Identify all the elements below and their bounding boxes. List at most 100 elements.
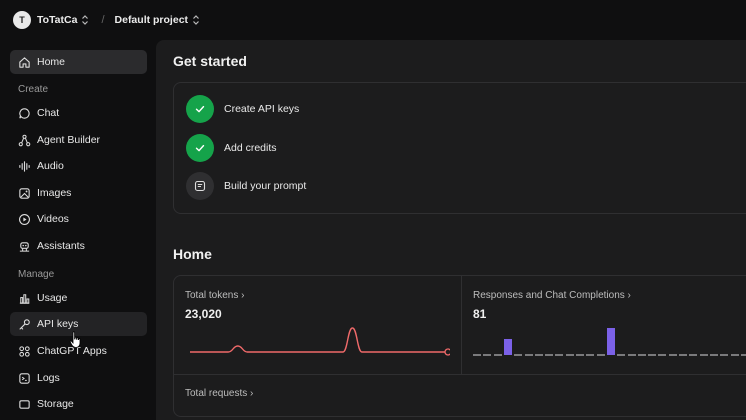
responses-empty-marker (565, 354, 574, 356)
sidebar-item-logs[interactable]: Logs (10, 366, 147, 390)
responses-link[interactable]: Responses and Chat Completions › (473, 290, 631, 301)
sidebar-item-label: Videos (37, 213, 69, 225)
home-title: Home (173, 246, 212, 262)
responses-empty-marker (473, 354, 481, 356)
play-circle-icon (17, 212, 31, 226)
responses-empty-marker (668, 354, 677, 356)
responses-empty-marker (709, 354, 718, 356)
audio-wave-icon (17, 159, 31, 173)
chevron-right-icon: › (627, 290, 631, 301)
responses-empty-marker (524, 354, 533, 356)
sidebar-item-chat[interactable]: Chat (10, 101, 147, 125)
chevron-right-icon: › (250, 388, 254, 399)
project-switcher[interactable]: Default project (115, 14, 201, 26)
section-label-manage: Manage (18, 269, 55, 280)
responses-empty-marker (576, 354, 584, 356)
breadcrumb-separator: / (101, 14, 105, 26)
step-label: Add credits (224, 142, 277, 154)
sidebar-item-usage[interactable]: Usage (10, 286, 147, 310)
total-tokens-link[interactable]: Total tokens › (185, 290, 245, 301)
responses-empty-marker (699, 354, 708, 356)
responses-empty-marker (617, 354, 626, 356)
check-icon (186, 95, 214, 123)
key-icon (17, 317, 31, 331)
responses-empty-marker (627, 354, 636, 356)
responses-empty-marker (514, 354, 523, 356)
responses-empty-marker (596, 354, 605, 356)
sidebar-item-images[interactable]: Images (10, 181, 147, 205)
responses-empty-marker (493, 354, 502, 356)
total-tokens-value: 23,020 (185, 307, 222, 321)
step-label: Create API keys (224, 103, 300, 115)
total-requests-link[interactable]: Total requests › (185, 388, 253, 399)
responses-empty-marker (648, 354, 657, 356)
responses-value: 81 (473, 307, 487, 321)
robot-icon (17, 239, 31, 253)
responses-empty-marker (637, 354, 646, 356)
responses-empty-marker (679, 354, 687, 356)
divider (461, 276, 462, 374)
bar-chart-icon (17, 291, 31, 305)
responses-empty-marker (730, 354, 739, 356)
total-requests-title: Total requests (185, 388, 248, 399)
chevron-updown-icon (192, 14, 200, 26)
sidebar-item-agent-builder[interactable]: Agent Builder (10, 128, 147, 152)
home-icon (17, 55, 31, 69)
sidebar-item-videos[interactable]: Videos (10, 207, 147, 231)
storage-icon (17, 397, 31, 411)
total-tokens-chart (190, 327, 450, 356)
step-build-your-prompt[interactable]: Build your prompt (186, 172, 306, 200)
sidebar-item-label: Usage (37, 292, 68, 304)
sidebar-item-audio[interactable]: Audio (10, 154, 147, 178)
responses-empty-marker (545, 354, 554, 356)
mouse-cursor-icon (69, 331, 83, 349)
step-add-credits[interactable]: Add credits (186, 134, 277, 162)
org-avatar: T (13, 11, 31, 29)
responses-empty-marker (555, 354, 564, 356)
sidebar-item-label: Logs (37, 372, 60, 384)
org-name: ToTatCa (37, 14, 78, 26)
responses-chart (473, 321, 746, 357)
tokens-last-point (444, 348, 450, 356)
step-label: Build your prompt (224, 180, 307, 192)
sidebar-item-storage[interactable]: Storage (10, 392, 147, 416)
apps-grid-icon (17, 344, 31, 358)
chevron-updown-icon (81, 14, 89, 26)
org-switcher[interactable]: T ToTatCa (13, 11, 89, 29)
agent-nodes-icon (17, 133, 31, 147)
stats-card: Total tokens › 23,020 Responses and Chat… (173, 275, 746, 417)
sidebar-item-label: Storage (37, 398, 74, 410)
top-bar: T ToTatCa / Default project (0, 0, 746, 40)
chevron-right-icon: › (241, 290, 245, 301)
divider (174, 374, 746, 375)
sidebar-item-label: Assistants (37, 240, 85, 252)
responses-empty-marker (720, 354, 729, 356)
responses-empty-marker (534, 354, 543, 356)
sidebar-item-assistants[interactable]: Assistants (10, 234, 147, 258)
sidebar-item-label: Home (37, 56, 66, 68)
sidebar-item-home[interactable]: Home (10, 50, 147, 74)
responses-empty-marker (740, 354, 746, 356)
responses-empty-marker (586, 354, 595, 356)
get-started-card: Create API keys Add credits Build your p… (173, 82, 746, 214)
responses-empty-marker (658, 354, 667, 356)
step-create-api-keys[interactable]: Create API keys (186, 95, 299, 123)
chat-bubble-icon (17, 106, 31, 120)
responses-empty-marker (689, 354, 698, 356)
responses-empty-marker (483, 354, 492, 356)
tokens-line-series (190, 327, 448, 353)
check-icon (186, 134, 214, 162)
get-started-title: Get started (173, 53, 247, 69)
prompt-icon (186, 172, 214, 200)
total-tokens-title: Total tokens (185, 290, 239, 301)
image-icon (17, 186, 31, 200)
responses-title: Responses and Chat Completions (473, 290, 625, 301)
sidebar-item-label: Agent Builder (37, 134, 101, 146)
project-name: Default project (114, 14, 189, 26)
sidebar-item-label: API keys (37, 318, 79, 330)
responses-bar (503, 339, 512, 355)
section-label-create: Create (18, 84, 49, 95)
sidebar-item-label: Images (37, 187, 72, 199)
logs-icon (17, 371, 31, 385)
responses-bar (606, 328, 615, 355)
